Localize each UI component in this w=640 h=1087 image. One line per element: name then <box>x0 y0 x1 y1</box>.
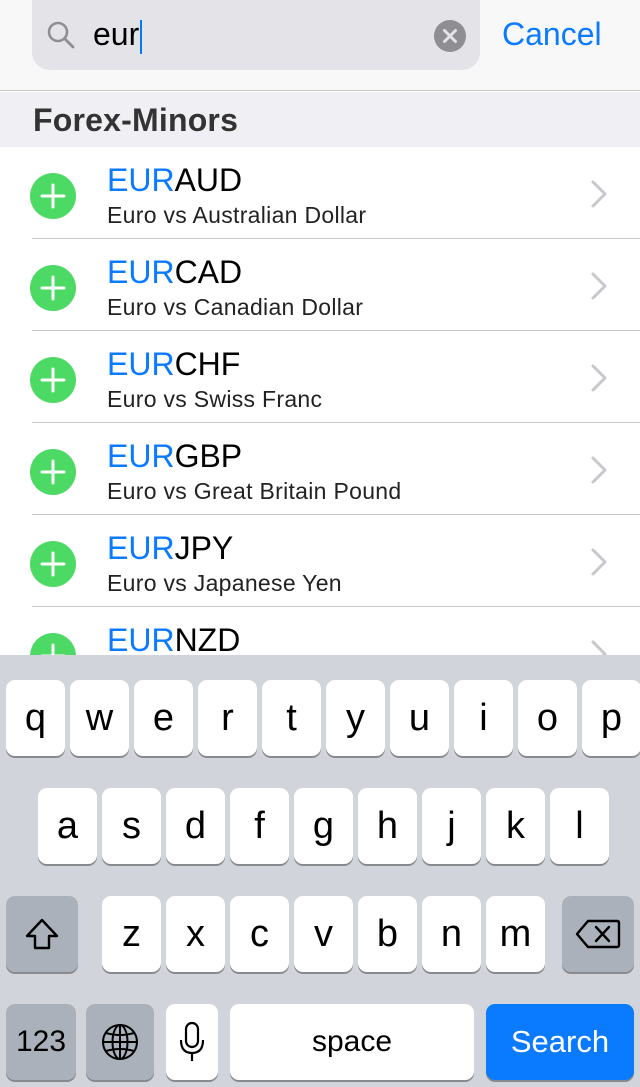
list-item[interactable]: EURCAD Euro vs Canadian Dollar <box>0 239 640 331</box>
add-icon[interactable] <box>30 265 76 311</box>
globe-icon <box>102 1024 138 1060</box>
search-header: eur Cancel <box>0 0 640 91</box>
key-u[interactable]: u <box>390 680 449 756</box>
instrument-description: Euro vs Australian Dollar <box>107 202 367 228</box>
key-v[interactable]: v <box>294 896 353 972</box>
space-key-label: space <box>311 1025 393 1058</box>
instrument-symbol: EURCHF <box>107 345 240 383</box>
chevron-right-icon <box>591 180 607 208</box>
symbol-match: EUR <box>107 162 175 198</box>
key-n[interactable]: n <box>422 896 481 972</box>
key-x[interactable]: x <box>166 896 225 972</box>
shift-icon <box>25 918 59 950</box>
instrument-description: Euro vs Great Britain Pound <box>107 478 402 504</box>
numbers-key[interactable]: 123 <box>6 1004 76 1080</box>
key-d[interactable]: d <box>166 788 225 864</box>
instrument-description: Euro vs Japanese Yen <box>107 570 342 596</box>
clear-icon[interactable] <box>434 20 466 52</box>
key-p[interactable]: p <box>582 680 640 756</box>
key-k[interactable]: k <box>486 788 545 864</box>
key-a[interactable]: a <box>38 788 97 864</box>
symbol-match: EUR <box>107 530 175 566</box>
key-c[interactable]: c <box>230 896 289 972</box>
key-m[interactable]: m <box>486 896 545 972</box>
key-t[interactable]: t <box>262 680 321 756</box>
search-query: eur <box>93 16 140 52</box>
section-header: Forex-Minors <box>0 92 640 147</box>
list-item[interactable]: EURJPY Euro vs Japanese Yen <box>0 515 640 607</box>
symbol-rest: JPY <box>174 530 234 566</box>
key-o[interactable]: o <box>518 680 577 756</box>
instrument-symbol: EURCAD <box>107 253 242 291</box>
keyboard: 123 space Search qwertyuiop asdfghjkl zxcv… <box>0 655 640 1087</box>
key-h[interactable]: h <box>358 788 417 864</box>
key-s[interactable]: s <box>102 788 161 864</box>
symbol-match: EUR <box>107 438 175 474</box>
list-item[interactable]: EURCHF Euro vs Swiss Franc <box>0 331 640 423</box>
instrument-symbol: EURNZD <box>107 621 240 655</box>
key-r[interactable]: r <box>198 680 257 756</box>
key-b[interactable]: b <box>358 896 417 972</box>
chevron-right-icon <box>591 548 607 576</box>
key-z[interactable]: z <box>102 896 161 972</box>
symbol-rest: GBP <box>174 438 243 474</box>
backspace-icon <box>575 919 621 949</box>
shift-key[interactable] <box>6 896 78 972</box>
symbol-match: EUR <box>107 254 175 290</box>
instrument-symbol: EURGBP <box>107 437 242 475</box>
symbol-match: EUR <box>107 622 175 655</box>
key-i[interactable]: i <box>454 680 513 756</box>
instrument-description: Euro vs Swiss Franc <box>107 386 323 412</box>
key-l[interactable]: l <box>550 788 609 864</box>
chevron-right-icon <box>591 364 607 392</box>
symbol-rest: AUD <box>174 162 243 198</box>
list-item[interactable]: EURNZD <box>0 607 640 655</box>
key-y[interactable]: y <box>326 680 385 756</box>
instrument-symbol: EURJPY <box>107 529 233 567</box>
symbol-match: EUR <box>107 346 175 382</box>
key-g[interactable]: g <box>294 788 353 864</box>
microphone-icon <box>179 1021 205 1061</box>
key-w[interactable]: w <box>70 680 129 756</box>
search-input[interactable]: eur <box>93 14 143 54</box>
search-key[interactable]: Search <box>486 1004 634 1080</box>
list-item[interactable]: EURAUD Euro vs Australian Dollar <box>0 147 640 239</box>
chevron-right-icon <box>591 456 607 484</box>
instrument-symbol: EURAUD <box>107 161 242 199</box>
add-icon[interactable] <box>30 173 76 219</box>
add-icon[interactable] <box>30 633 76 655</box>
add-icon[interactable] <box>30 357 76 403</box>
symbol-rest: CAD <box>174 254 243 290</box>
text-caret <box>140 19 143 54</box>
key-j[interactable]: j <box>422 788 481 864</box>
backspace-key[interactable] <box>562 896 634 972</box>
key-f[interactable]: f <box>230 788 289 864</box>
key-e[interactable]: e <box>134 680 193 756</box>
numbers-key-label: 123 <box>15 1025 67 1058</box>
section-title: Forex-Minors <box>33 102 239 138</box>
instrument-description: Euro vs Canadian Dollar <box>107 294 364 320</box>
results-list[interactable]: EURAUD Euro vs Australian Dollar EURCAD … <box>0 147 640 655</box>
cancel-button[interactable]: Cancel <box>502 14 602 54</box>
chevron-right-icon <box>591 640 607 655</box>
chevron-right-icon <box>591 272 607 300</box>
list-item[interactable]: EURGBP Euro vs Great Britain Pound <box>0 423 640 515</box>
key-q[interactable]: q <box>6 680 65 756</box>
microphone-key[interactable] <box>166 1004 218 1080</box>
search-icon <box>47 21 75 49</box>
add-icon[interactable] <box>30 449 76 495</box>
globe-key[interactable] <box>86 1004 154 1080</box>
add-icon[interactable] <box>30 541 76 587</box>
symbol-rest: CHF <box>174 346 241 382</box>
space-key[interactable]: space <box>230 1004 474 1080</box>
search-key-label: Search <box>510 1024 610 1059</box>
symbol-rest: NZD <box>174 622 241 655</box>
